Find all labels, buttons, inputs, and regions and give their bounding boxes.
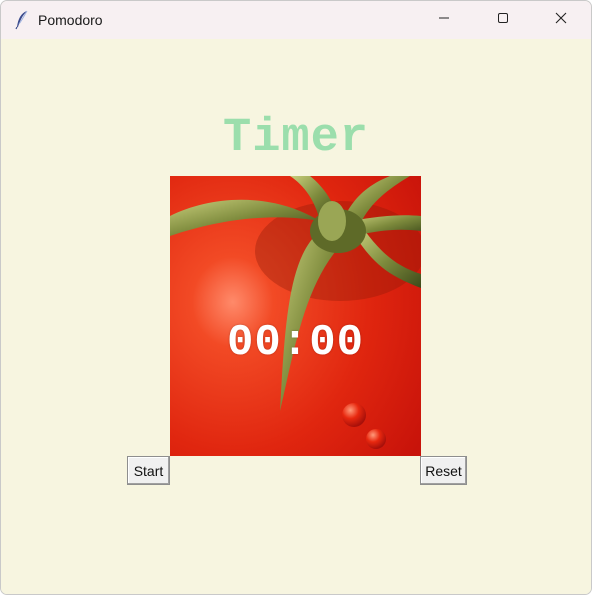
window-title: Pomodoro (38, 12, 103, 28)
app-window: Pomodoro Timer 00:00 Start Reset (0, 0, 592, 595)
tomato-canvas: 00:00 (170, 176, 421, 456)
close-button[interactable] (532, 1, 590, 39)
start-button[interactable]: Start (127, 456, 170, 485)
maximize-button[interactable] (474, 1, 532, 39)
main-area: Timer 00:00 Start Reset (1, 39, 591, 594)
title-bar[interactable]: Pomodoro (1, 1, 591, 39)
maximize-icon (497, 11, 509, 29)
minimize-icon (438, 11, 450, 29)
close-icon (555, 11, 567, 29)
reset-button[interactable]: Reset (420, 456, 467, 485)
timer-heading: Timer (222, 112, 370, 165)
feather-icon (13, 10, 31, 30)
time-display: 00:00 (226, 318, 365, 368)
tomato-image (170, 176, 421, 456)
minimize-button[interactable] (415, 1, 473, 39)
